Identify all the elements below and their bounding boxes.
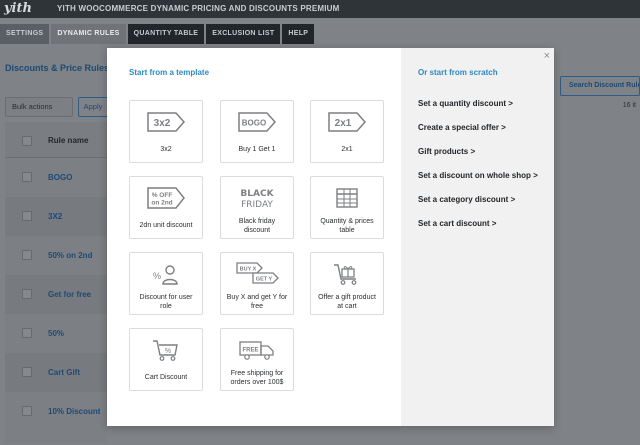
new-rule-modal: Start from a template 3x2 3x2 BOGO Buy 1… [107, 48, 554, 426]
icon-text: on 2nd [151, 200, 172, 207]
template-section-title: Start from a template [129, 68, 210, 77]
row-checkbox[interactable] [22, 289, 32, 299]
plugin-title: YITH WOOCOMMERCE DYNAMIC PRICING AND DIS… [57, 4, 340, 13]
tab-settings[interactable]: SETTINGS [0, 24, 50, 44]
icon-text: GET Y [256, 277, 273, 283]
yith-logo: yith [4, 1, 32, 16]
page-title: Discounts & Price Rules [5, 63, 110, 73]
template-card-buy-x-get-y[interactable]: BUY X GET Y Buy X and get Y for free [220, 252, 294, 315]
rule-name-link[interactable]: 50% on 2nd [48, 251, 92, 260]
2x1-tag-icon: 2x1 [311, 110, 383, 134]
rule-name-link[interactable]: 50% [48, 329, 64, 338]
template-card-label: Buy X and get Y for free [226, 294, 288, 310]
free-shipping-truck-icon: FREE [221, 338, 293, 362]
table-row: 50% [5, 314, 107, 353]
3x2-tag-icon: 3x2 [130, 110, 202, 134]
table-row: 10% Discount [5, 392, 107, 431]
svg-text:%: % [153, 271, 161, 281]
row-checkbox[interactable] [22, 406, 32, 416]
icon-text: BOGO [242, 119, 266, 128]
apply-button[interactable]: Apply [78, 97, 108, 117]
scratch-option-cart-discount[interactable]: Set a cart discount > [418, 219, 538, 243]
row-checkbox[interactable] [22, 328, 32, 338]
template-card-quantity-prices-table[interactable]: Quantity & prices table [310, 176, 384, 239]
scratch-option-category-discount[interactable]: Set a category discount > [418, 195, 538, 219]
user-role-icon: % [130, 262, 202, 286]
buy-x-get-y-icon: BUY X GET Y [221, 262, 293, 286]
gift-cart-icon [311, 262, 383, 286]
close-icon[interactable]: × [544, 51, 550, 62]
template-card-label: Free shipping for orders over 100$ [230, 370, 284, 386]
template-card-label: Discount for user role [139, 294, 193, 310]
rule-name-link[interactable]: Get for free [48, 290, 91, 299]
select-all-checkbox[interactable] [22, 136, 32, 146]
tab-help[interactable]: HELP [282, 24, 315, 44]
icon-text: BLACK [240, 189, 274, 199]
template-card-label: Quantity & prices table [320, 218, 374, 234]
template-card-label: 3x2 [160, 146, 172, 153]
template-card-black-friday[interactable]: BLACK FRIDAY Black friday discount [220, 176, 294, 239]
table-icon [311, 186, 383, 210]
scratch-section-title: Or start from scratch [418, 68, 498, 77]
bogo-tag-icon: BOGO [221, 110, 293, 134]
cart-discount-icon: % [130, 338, 202, 362]
template-card-3x2[interactable]: 3x2 3x2 [129, 100, 203, 163]
scratch-option-gift-products[interactable]: Gift products > [418, 147, 538, 171]
table-row: 50% on 2nd [5, 236, 107, 275]
icon-text: FREE [242, 348, 258, 354]
icon-text: FRIDAY [241, 200, 273, 210]
template-card-cart-discount[interactable]: % Cart Discount [129, 328, 203, 391]
row-checkbox[interactable] [22, 250, 32, 260]
rule-name-link[interactable]: BOGO [48, 173, 72, 182]
template-card-gift-product[interactable]: Offer a gift product at cart [310, 252, 384, 315]
row-checkbox[interactable] [22, 367, 32, 377]
table-row: 3X2 [5, 197, 107, 236]
template-card-label: 2x1 [341, 146, 353, 153]
scratch-panel: × Or start from scratch Set a quantity d… [401, 48, 554, 426]
column-header-rule-name[interactable]: Rule name [48, 136, 88, 145]
template-card-2nd-unit-discount[interactable]: % OFF on 2nd 2dn unit discount [129, 176, 203, 239]
template-card-label: 2dn unit discount [139, 222, 193, 229]
template-card-label: Black friday discount [238, 218, 276, 234]
template-card-label: Cart Discount [144, 374, 188, 381]
tab-quantity-table[interactable]: QUANTITY TABLE [127, 24, 205, 44]
icon-text: 2x1 [335, 118, 352, 129]
tab-dynamic-rules[interactable]: DYNAMIC RULES [51, 24, 126, 44]
icon-text: BUY X [240, 267, 257, 273]
bulk-actions-select[interactable]: Bulk actions [5, 97, 73, 117]
template-card-free-shipping[interactable]: FREE Free shipping for orders over 100$ [220, 328, 294, 391]
tab-exclusion-list[interactable]: EXCLUSION LIST [206, 24, 281, 44]
template-card-buy-1-get-1[interactable]: BOGO Buy 1 Get 1 [220, 100, 294, 163]
scratch-option-special-offer[interactable]: Create a special offer > [418, 123, 538, 147]
table-row: Get for free [5, 275, 107, 314]
search-discount-rule-button[interactable]: Search Discount Rule [560, 76, 640, 96]
rule-name-link[interactable]: 3X2 [48, 212, 62, 221]
icon-text: % OFF [152, 192, 173, 199]
plugin-header-bar: yith YITH WOOCOMMERCE DYNAMIC PRICING AN… [0, 0, 640, 18]
template-card-2x1[interactable]: 2x1 2x1 [310, 100, 384, 163]
scratch-option-quantity-discount[interactable]: Set a quantity discount > [418, 99, 538, 123]
row-checkbox[interactable] [22, 172, 32, 182]
scratch-options-list: Set a quantity discount > Create a speci… [418, 99, 538, 243]
table-row: Cart Gift [5, 353, 107, 392]
scratch-option-whole-shop-discount[interactable]: Set a discount on whole shop > [418, 171, 538, 195]
plugin-tabs: SETTINGS DYNAMIC RULES QUANTITY TABLE EX… [0, 24, 315, 44]
table-row: BOGO [5, 158, 107, 197]
svg-text:%: % [165, 348, 171, 355]
rule-name-link[interactable]: Cart Gift [48, 368, 80, 377]
template-card-user-role-discount[interactable]: % Discount for user role [129, 252, 203, 315]
items-count: 16 it [622, 102, 636, 109]
row-checkbox[interactable] [22, 211, 32, 221]
template-card-label: Buy 1 Get 1 [238, 146, 276, 153]
rule-name-link[interactable]: 10% Discount [48, 407, 100, 416]
template-card-label: Offer a gift product at cart [318, 294, 376, 310]
black-friday-icon: BLACK FRIDAY [221, 186, 293, 210]
percent-off-tag-icon: % OFF on 2nd [130, 186, 202, 210]
icon-text: 3x2 [154, 118, 171, 129]
